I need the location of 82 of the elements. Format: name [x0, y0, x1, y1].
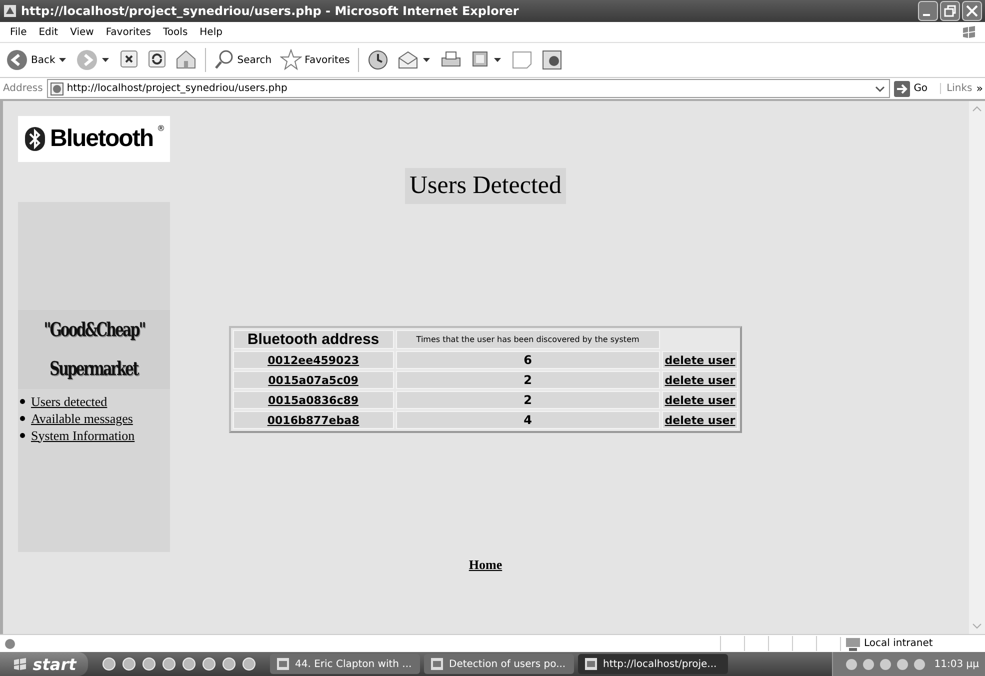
windows-logo-icon	[961, 25, 977, 39]
delete-user-link[interactable]: delete user	[664, 374, 736, 387]
bullet-icon	[20, 416, 25, 421]
table-cell: 2	[396, 371, 660, 389]
restore-button[interactable]	[940, 1, 960, 21]
address-link[interactable]: 0012ee459023	[268, 354, 360, 367]
dropdown-caret-icon[interactable]	[422, 58, 430, 62]
bluetooth-logo: Bluetooth $^{®}$	[18, 116, 170, 162]
close-button[interactable]	[962, 1, 982, 21]
window-icon	[430, 657, 444, 671]
links-button[interactable]: Links	[940, 83, 972, 94]
toolbar-button[interactable]: Back	[4, 49, 58, 71]
home-link[interactable]: Home	[468, 557, 502, 573]
address-field[interactable]: http://localhost/project_synedriou/users.php	[46, 79, 890, 98]
chevron-button[interactable]: »	[976, 82, 985, 95]
note-icon[interactable]	[510, 49, 533, 71]
search-icon	[214, 49, 234, 71]
page-icon	[50, 82, 64, 96]
delete-user-link[interactable]: delete user	[664, 394, 736, 407]
star-icon	[280, 49, 302, 71]
quick-launch-icon[interactable]	[222, 657, 236, 671]
store-logo: "Good&Cheap" Supermarket	[18, 310, 170, 389]
window-icon	[584, 657, 598, 671]
table-cell: 4	[396, 411, 660, 429]
menu-item[interactable]: View	[64, 26, 100, 38]
go-button[interactable]: Go	[894, 80, 936, 96]
quick-launch-icon[interactable]	[102, 657, 116, 671]
page-heading: Users Detected	[405, 168, 566, 204]
address-link[interactable]: 0015a0836c89	[268, 394, 359, 407]
clock: 11:03 μμ	[934, 658, 979, 670]
bluetooth-rune-icon	[24, 126, 46, 152]
quick-launch-icon[interactable]	[202, 657, 216, 671]
dropdown-caret-icon[interactable]	[59, 58, 66, 62]
window-icon	[276, 657, 290, 671]
browser-icon	[3, 4, 17, 18]
windows-logo-icon	[12, 657, 28, 671]
window-title: http://localhost/project_synedriou/users.php - Microsoft Internet Explorer	[21, 4, 520, 18]
delete-user-link[interactable]: delete user	[664, 414, 736, 427]
tray-icon[interactable]	[862, 658, 876, 670]
toolbar-button[interactable]: Search	[212, 49, 274, 71]
address-link[interactable]: 0015a07a5c09	[268, 374, 358, 387]
menu-item[interactable]: Edit	[32, 26, 64, 38]
bullet-icon	[20, 433, 25, 438]
dropdown-caret-icon[interactable]	[494, 58, 501, 62]
page-icon	[4, 638, 16, 650]
menu-item[interactable]: File	[4, 26, 33, 38]
arrow-icon	[894, 80, 910, 96]
table-cell: 2	[396, 391, 660, 409]
quick-launch-icon[interactable]	[182, 657, 196, 671]
envelope-icon[interactable]	[396, 49, 419, 71]
security-zone: Local intranet	[840, 636, 985, 650]
house-icon[interactable]	[175, 49, 198, 71]
bullet-icon	[20, 399, 25, 404]
quick-launch-icon[interactable]	[122, 657, 136, 671]
column-header: Bluetooth address	[232, 330, 394, 349]
tray-icon[interactable]	[896, 658, 910, 670]
tray-icon[interactable]	[845, 658, 858, 670]
menu-item[interactable]: Help	[194, 26, 228, 38]
taskbar-button[interactable]: http://localhost/proje...	[578, 654, 728, 674]
clock-icon[interactable]	[366, 49, 389, 71]
column-header: Times that the user has been discovered by the system	[396, 330, 660, 349]
table-cell: 6	[396, 351, 660, 369]
nav-link[interactable]: Available messages	[31, 410, 133, 426]
menu-item[interactable]: Favorites	[100, 26, 158, 38]
start-button[interactable]: start	[0, 652, 88, 676]
quick-launch-icon[interactable]	[242, 657, 256, 671]
nav-link[interactable]: Users detected	[31, 394, 108, 410]
address-link[interactable]: 0016b877eba8	[267, 414, 360, 427]
address-label: Address	[3, 83, 43, 94]
tray-icon[interactable]	[879, 658, 892, 670]
messenger-icon[interactable]	[540, 49, 563, 71]
delete-user-link[interactable]: delete user	[664, 354, 736, 367]
toolbar-button[interactable]: Favorites	[278, 49, 352, 71]
nav-link[interactable]: System Information	[31, 428, 135, 444]
taskbar-button[interactable]: 44. Eric Clapton with ...	[270, 654, 420, 674]
menu-item[interactable]: Tools	[157, 26, 194, 38]
quick-launch-icon[interactable]	[162, 657, 176, 671]
quick-launch-icon[interactable]	[142, 657, 156, 671]
taskbar-button[interactable]: Detection of users po...	[424, 654, 574, 674]
dropdown-caret-icon[interactable]	[102, 58, 110, 62]
tray-icon[interactable]	[913, 658, 926, 670]
minimize-button[interactable]	[918, 1, 938, 21]
